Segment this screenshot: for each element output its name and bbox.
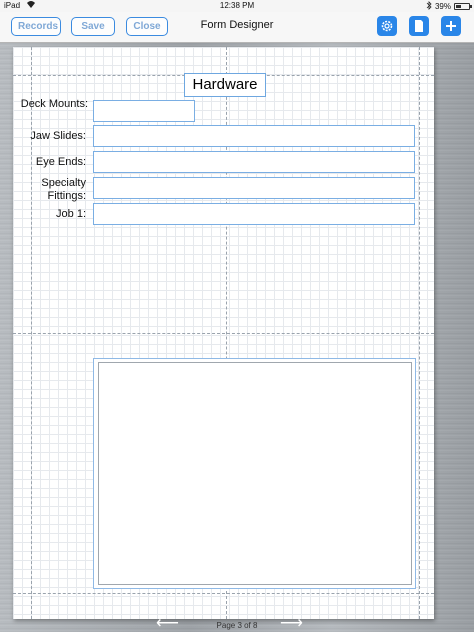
status-time: 12:38 PM [219, 1, 255, 10]
page-break-guide [13, 333, 434, 334]
job-1-label[interactable]: Job 1: [16, 208, 86, 221]
deck-mounts-field[interactable] [93, 100, 195, 122]
status-right: 39% [426, 1, 472, 12]
page-title: Form Designer [200, 19, 274, 31]
form-title-label[interactable]: Hardware [184, 73, 266, 97]
form-page[interactable]: Hardware Deck Mounts: Jaw Slides: Eye En… [13, 47, 434, 619]
status-bar: iPad 12:38 PM 39% [0, 0, 474, 12]
battery-percent: 39% [434, 2, 451, 11]
specialty-fittings-field[interactable] [93, 177, 415, 199]
page-icon[interactable] [409, 16, 429, 36]
jaw-slides-label[interactable]: Jaw Slides: [16, 130, 86, 143]
page-indicator: Page 3 of 8 [216, 621, 258, 630]
pagination-bar: ⟵ Page 3 of 8 ⟶ [0, 616, 474, 632]
margin-guide-right [419, 47, 420, 619]
margin-guide-bottom [13, 593, 434, 594]
plus-icon[interactable] [441, 16, 461, 36]
navigation-bar: Records Save Close Form Designer [0, 12, 474, 43]
jaw-slides-field[interactable] [93, 125, 415, 147]
specialty-fittings-label[interactable]: Specialty Fittings: [16, 177, 86, 203]
right-arrow-icon[interactable]: ⟶ [280, 616, 303, 632]
gear-icon[interactable] [377, 16, 397, 36]
image-frame[interactable] [93, 358, 416, 589]
image-frame-inner [98, 362, 412, 585]
battery-icon [454, 3, 472, 10]
job-1-field[interactable] [93, 203, 415, 225]
eye-ends-field[interactable] [93, 151, 415, 173]
deck-mounts-label[interactable]: Deck Mounts: [18, 98, 88, 111]
bluetooth-icon [426, 1, 432, 12]
eye-ends-label[interactable]: Eye Ends: [16, 156, 86, 169]
